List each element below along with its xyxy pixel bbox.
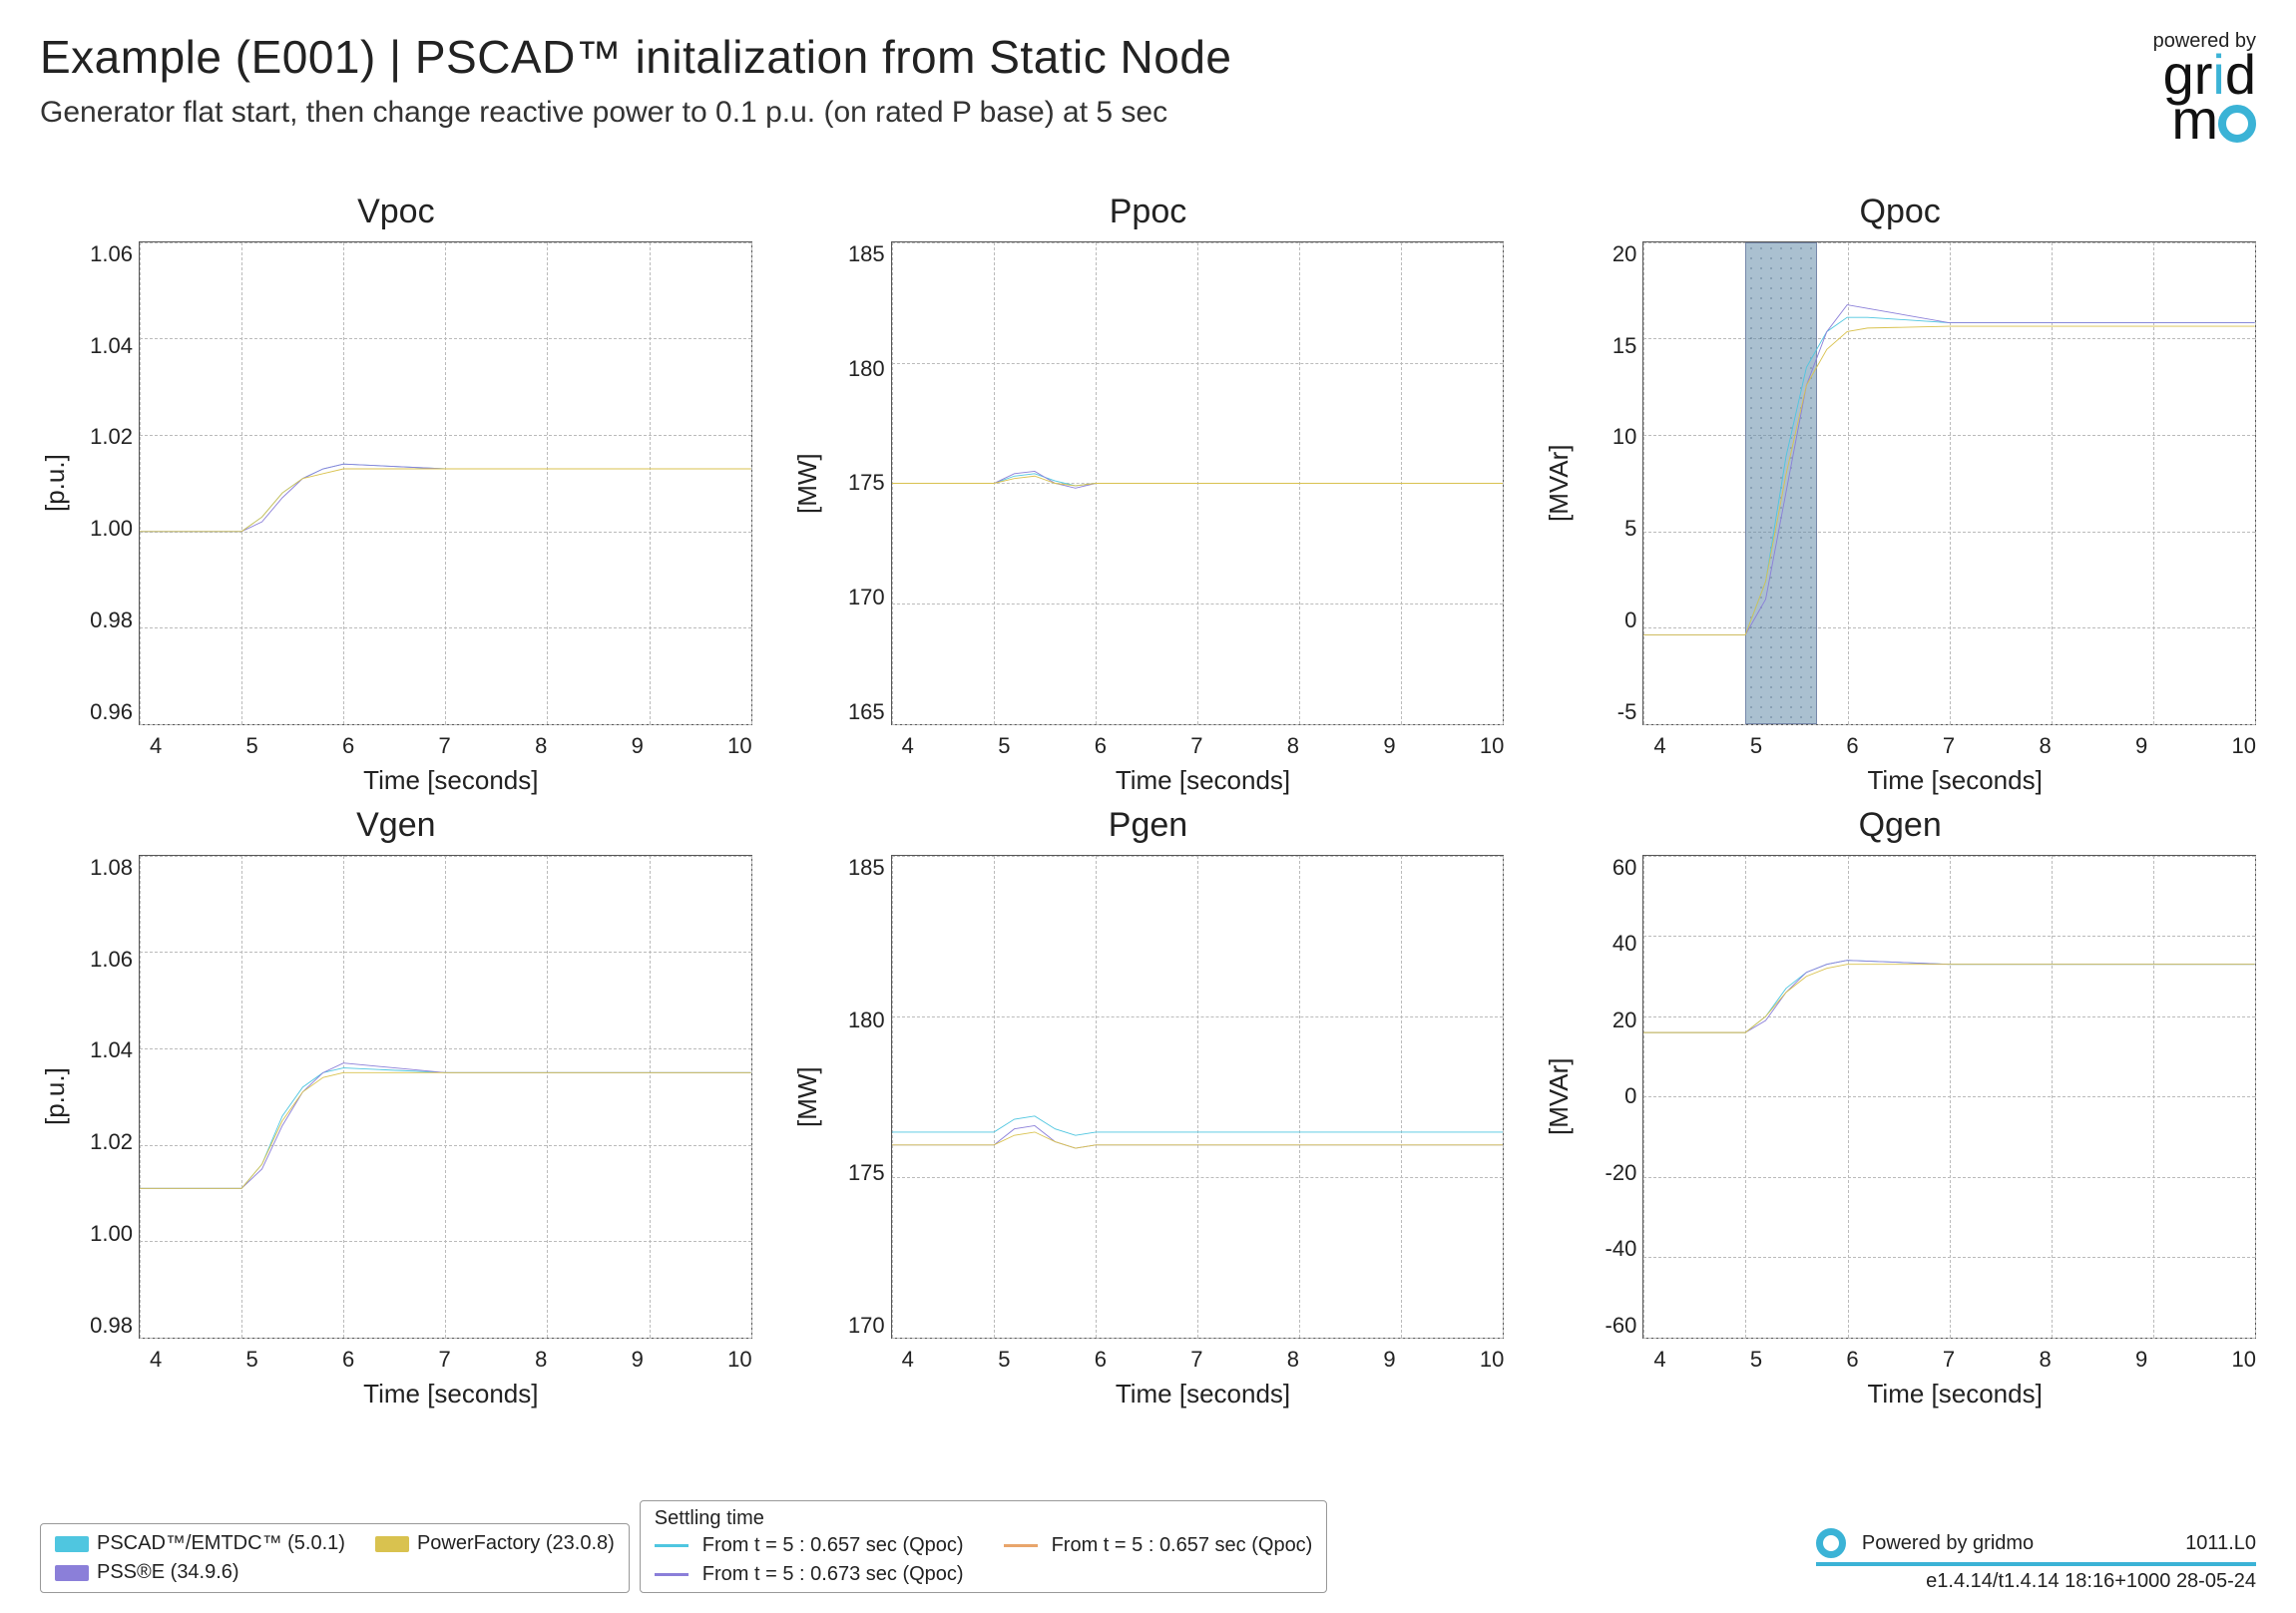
- swatch-psse: [55, 1565, 89, 1581]
- chart-pgen: Pgen[MW]18518017517045678910Time [second…: [792, 806, 1505, 1390]
- yaxis-vgen: 1.081.061.041.021.000.98: [79, 855, 139, 1339]
- ylabel-pgen: [MW]: [792, 855, 823, 1339]
- chart-ppoc: Ppoc[MW]18518017517016545678910Time [sec…: [792, 193, 1505, 776]
- settling-item-2: From t = 5 : 0.657 sec (Qpoc): [1004, 1534, 1313, 1557]
- page-subtitle: Generator flat start, then change reacti…: [40, 96, 1232, 130]
- series-line-vpoc-1: [140, 464, 751, 532]
- plot-vpoc: [139, 241, 752, 725]
- legend-item-psse: PSS®E (34.9.6): [55, 1561, 345, 1584]
- ylabel-vgen: [p.u.]: [40, 855, 71, 1339]
- legend-item-powerfactory: PowerFactory (23.0.8): [375, 1532, 615, 1555]
- xaxis-vpoc: 45678910: [150, 733, 752, 759]
- series-line-ppoc-2: [892, 476, 1504, 486]
- series-line-qgen-2: [1643, 964, 2255, 1031]
- plot-qpoc: [1642, 241, 2256, 725]
- page-title: Example (E001) | PSCAD™ initalization fr…: [40, 30, 1232, 84]
- yaxis-qpoc: 20151050-5: [1583, 241, 1642, 725]
- xlabel-vpoc: Time [seconds]: [150, 765, 752, 796]
- yaxis-vpoc: 1.061.041.021.000.980.96: [79, 241, 139, 725]
- ylabel-vpoc: [p.u.]: [40, 241, 71, 725]
- footer-version: e1.4.14/t1.4.14 18:16+1000 28-05-24: [1816, 1570, 2256, 1593]
- settling-legend: Settling time From t = 5 : 0.657 sec (Qp…: [640, 1500, 1328, 1593]
- logo-ring-icon: [2218, 105, 2256, 143]
- footer-code: 1011.L0: [2185, 1532, 2256, 1555]
- plot-vgen: [139, 855, 752, 1339]
- yaxis-ppoc: 185180175170165: [831, 241, 891, 725]
- series-line-qpoc-0: [1643, 317, 2255, 634]
- xaxis-qgen: 45678910: [1653, 1347, 2256, 1373]
- series-line-vpoc-2: [140, 469, 751, 532]
- ylabel-ppoc: [MW]: [792, 241, 823, 725]
- series-line-pgen-2: [892, 1132, 1504, 1148]
- chart-qpoc: Qpoc[MVAr]20151050-545678910Time [second…: [1544, 193, 2256, 776]
- footer-ring-icon: [1816, 1528, 1846, 1558]
- series-legend: PSCAD™/EMTDC™ (5.0.1) PSS®E (34.9.6) Pow…: [40, 1523, 630, 1593]
- series-line-vgen-1: [140, 1062, 751, 1188]
- plot-ppoc: [891, 241, 1505, 725]
- logo-block: powered by grid m: [2153, 30, 2256, 143]
- settling-item-1: From t = 5 : 0.673 sec (Qpoc): [655, 1563, 964, 1586]
- settling-item-0: From t = 5 : 0.657 sec (Qpoc): [655, 1534, 964, 1557]
- settling-title: Settling time: [655, 1507, 1313, 1530]
- chart-title-vpoc: Vpoc: [40, 193, 752, 231]
- series-line-vpoc-0: [140, 464, 751, 532]
- xlabel-pgen: Time [seconds]: [902, 1379, 1505, 1410]
- xaxis-ppoc: 45678910: [902, 733, 1505, 759]
- chart-qgen: Qgen[MVAr]6040200-20-40-6045678910Time […: [1544, 806, 2256, 1390]
- yaxis-pgen: 185180175170: [831, 855, 891, 1339]
- series-line-vgen-0: [140, 1067, 751, 1188]
- legend-item-pscad: PSCAD™/EMTDC™ (5.0.1): [55, 1532, 345, 1555]
- plot-qgen: [1642, 855, 2256, 1339]
- chart-title-vgen: Vgen: [40, 806, 752, 845]
- chart-title-qgen: Qgen: [1544, 806, 2256, 845]
- yaxis-qgen: 6040200-20-40-60: [1583, 855, 1642, 1339]
- xlabel-qpoc: Time [seconds]: [1653, 765, 2256, 796]
- swatch-pscad: [55, 1536, 89, 1552]
- gridmo-logo: grid m: [2153, 53, 2256, 143]
- series-line-qpoc-1: [1643, 304, 2255, 634]
- chart-title-qpoc: Qpoc: [1544, 193, 2256, 231]
- series-line-qpoc-2: [1643, 326, 2255, 634]
- chart-vgen: Vgen [p.u.] 1.081.061.041.021.000.98 456789…: [40, 806, 752, 1390]
- chart-title-ppoc: Ppoc: [792, 193, 1505, 231]
- series-line-pgen-0: [892, 1116, 1504, 1135]
- ylabel-qgen: [MVAr]: [1544, 855, 1575, 1339]
- chart-vpoc: Vpoc [p.u.] 1.061.041.021.000.980.96 456789…: [40, 193, 752, 776]
- xaxis-pgen: 45678910: [902, 1347, 1505, 1373]
- xaxis-vgen: 45678910: [150, 1347, 752, 1373]
- xlabel-qgen: Time [seconds]: [1653, 1379, 2256, 1410]
- chart-title-pgen: Pgen: [792, 806, 1505, 845]
- xlabel-vgen: Time [seconds]: [150, 1379, 752, 1410]
- ylabel-qpoc: [MVAr]: [1544, 241, 1575, 725]
- series-line-vgen-2: [140, 1072, 751, 1188]
- series-line-qgen-0: [1643, 960, 2255, 1031]
- series-line-ppoc-0: [892, 474, 1504, 486]
- plot-pgen: [891, 855, 1505, 1339]
- series-line-ppoc-1: [892, 471, 1504, 488]
- xaxis-qpoc: 45678910: [1653, 733, 2256, 759]
- footer-meta: Powered by gridmo 1011.L0 e1.4.14/t1.4.1…: [1816, 1528, 2256, 1593]
- footer-powered: Powered by gridmo: [1862, 1532, 2034, 1555]
- swatch-powerfactory: [375, 1536, 409, 1552]
- series-line-qgen-1: [1643, 960, 2255, 1031]
- xlabel-ppoc: Time [seconds]: [902, 765, 1505, 796]
